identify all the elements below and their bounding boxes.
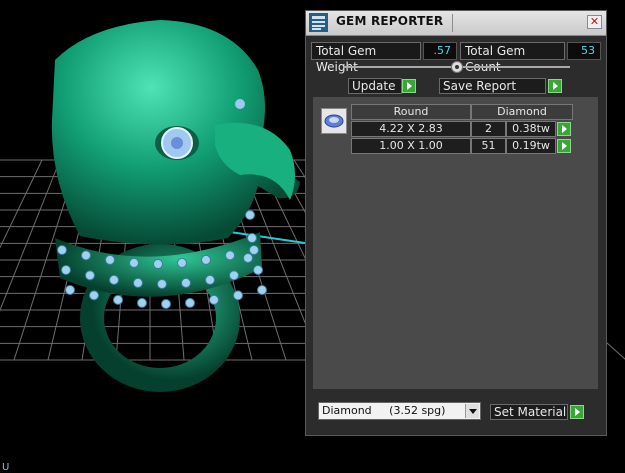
total-gem-count-label: Total Gem Count <box>460 42 565 74</box>
total-gem-weight-label: Total Gem Weight <box>311 42 421 74</box>
chevron-down-icon[interactable] <box>465 404 479 418</box>
stud-gem <box>209 294 219 305</box>
gem-thumbnail[interactable] <box>321 108 347 134</box>
stud-gem <box>247 233 257 243</box>
close-icon: ✕ <box>589 15 600 28</box>
table-header-shape: Round <box>351 104 471 120</box>
row-2-count: 51 <box>471 138 506 154</box>
set-material-label: Set Material <box>494 405 567 419</box>
stud-gem <box>177 257 187 268</box>
stud-gem <box>157 279 167 289</box>
stud-gem <box>89 290 99 301</box>
gem-list-area: Round Diamond 4.22 X 2.83 2 0.38tw 1.00 … <box>313 97 598 389</box>
row-2-weight: 0.19tw <box>506 138 556 154</box>
stud-gem <box>257 285 267 295</box>
panel-title: GEM REPORTER <box>336 14 444 28</box>
gem-reporter-panel: GEM REPORTER ✕ Total Gem Weight .57 Tota… <box>305 10 607 436</box>
panel-titlebar[interactable]: GEM REPORTER ✕ <box>306 11 606 36</box>
stud-gem <box>249 245 259 255</box>
save-report-button[interactable]: Save Report <box>439 78 546 94</box>
update-label: Update <box>352 79 396 93</box>
stud-gem <box>205 274 215 285</box>
stud-gem <box>61 265 71 275</box>
save-report-label: Save Report <box>443 79 517 93</box>
stud-gem <box>153 259 163 269</box>
stud-gem <box>85 270 95 281</box>
eye-gem-side <box>235 99 245 109</box>
set-material-button[interactable]: Set Material <box>490 404 568 420</box>
material-name: Diamond <box>322 404 372 417</box>
stud-gem <box>229 270 239 281</box>
round-gem-icon <box>324 114 344 128</box>
stud-gem <box>201 254 211 265</box>
table-header-material: Diamond <box>471 104 573 120</box>
axis-label: U <box>2 462 9 473</box>
slider-knob[interactable] <box>451 61 463 73</box>
close-button[interactable]: ✕ <box>587 15 602 29</box>
stud-gem <box>233 290 243 301</box>
stud-gem <box>113 294 123 305</box>
title-separator <box>452 14 453 32</box>
row-1-arrow-icon[interactable] <box>557 122 571 136</box>
stud-gem <box>105 254 115 265</box>
row-2-arrow-icon[interactable] <box>557 139 571 153</box>
stud-gem <box>137 297 147 308</box>
total-gem-weight-value: .57 <box>423 42 457 60</box>
stud-gem <box>181 277 191 288</box>
stud-gem <box>133 277 143 288</box>
stud-gem <box>109 274 119 285</box>
stud-gem <box>65 285 75 295</box>
stud-gem <box>161 299 171 309</box>
stud-gem <box>245 210 255 220</box>
stud-gem <box>185 297 195 308</box>
update-arrow-icon[interactable] <box>402 79 416 93</box>
stud-gem <box>243 253 253 263</box>
stud-gem <box>253 265 263 275</box>
row-1-count: 2 <box>471 121 506 137</box>
material-spg: (3.52 spg) <box>389 404 446 417</box>
update-button[interactable]: Update <box>348 78 402 94</box>
row-2-size: 1.00 X 1.00 <box>351 138 471 154</box>
stud-gem <box>81 250 91 261</box>
gem-reporter-icon <box>309 13 328 32</box>
material-select[interactable]: Diamond (3.52 spg) <box>318 402 481 420</box>
stud-gem <box>225 250 235 261</box>
stud-gem <box>129 257 139 268</box>
save-report-arrow-icon[interactable] <box>548 79 562 93</box>
stud-gem <box>57 245 67 255</box>
total-gem-count-value: 53 <box>567 42 601 60</box>
row-1-size: 4.22 X 2.83 <box>351 121 471 137</box>
set-material-arrow-icon[interactable] <box>570 405 584 419</box>
row-1-weight: 0.38tw <box>506 121 556 137</box>
